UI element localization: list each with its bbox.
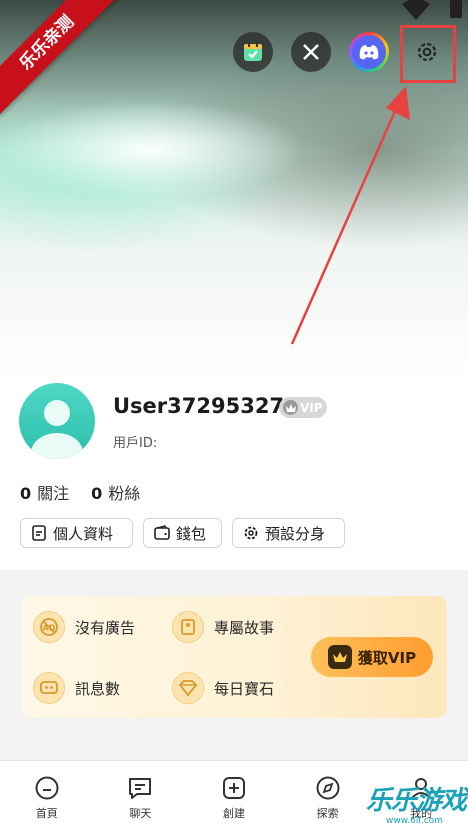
compass-icon	[316, 776, 340, 800]
following-label[interactable]: 關注	[37, 480, 69, 504]
profile-info-button[interactable]: 個人資料	[20, 518, 133, 548]
followers-label[interactable]: 粉絲	[108, 480, 140, 504]
nav-explore-label: 探索	[316, 807, 339, 820]
perk-label: 專屬故事	[214, 618, 275, 637]
perk-label: 沒有廣告	[75, 618, 136, 637]
plus-square-icon	[222, 777, 245, 799]
nav-home-label: 首頁	[35, 807, 58, 820]
crown-icon	[327, 645, 352, 669]
vip-tag-label: VIP	[300, 400, 323, 415]
username: User37295327	[113, 394, 285, 418]
nav-home[interactable]: 首頁	[0, 761, 94, 832]
vip-benefits-card[interactable]: AD 沒有廣告 專屬故事 訊息數 每日寶石 獲取VIP	[21, 596, 447, 718]
perk-exclusive-stories: 專屬故事	[172, 611, 274, 643]
default-avatar-icon	[31, 400, 83, 459]
book-icon	[172, 611, 204, 643]
chat-icon	[129, 778, 152, 799]
perk-label: 每日寶石	[214, 679, 275, 698]
perk-label: 訊息數	[75, 679, 121, 698]
perk-message-count: 訊息數	[33, 672, 120, 704]
follow-stats: 0 關注 0 粉絲	[20, 480, 140, 504]
crown-icon	[283, 400, 298, 415]
get-vip-button[interactable]: 獲取VIP	[311, 637, 433, 677]
wallet-label: 錢包	[176, 524, 207, 543]
preset-persona-label: 預設分身	[265, 524, 326, 543]
user-id-label: 用戶ID:	[113, 436, 158, 451]
document-icon	[32, 525, 46, 541]
get-vip-label: 獲取VIP	[357, 648, 417, 667]
message-icon	[33, 672, 65, 704]
annotation-arrow	[290, 86, 410, 345]
home-icon	[35, 776, 59, 800]
site-watermark: 乐乐游戏 www.6ll.com	[360, 774, 468, 832]
avatar[interactable]	[19, 383, 95, 459]
perk-no-ads: AD 沒有廣告	[33, 611, 135, 643]
wallet-button[interactable]: 錢包	[143, 518, 222, 548]
nav-chat-label: 聊天	[129, 807, 152, 820]
gear-icon	[244, 526, 258, 540]
preset-persona-button[interactable]: 預設分身	[232, 518, 345, 548]
diamond-icon	[172, 672, 204, 704]
following-count[interactable]: 0	[20, 484, 31, 503]
vip-status-tag: VIP	[279, 397, 327, 418]
nav-create[interactable]: 創建	[187, 761, 281, 832]
no-ads-icon: AD	[33, 611, 65, 643]
nav-create-label: 創建	[222, 807, 245, 820]
profile-info-label: 個人資料	[53, 524, 114, 543]
nav-chat[interactable]: 聊天	[94, 761, 188, 832]
followers-count[interactable]: 0	[91, 484, 102, 503]
perk-daily-gems: 每日寶石	[172, 672, 274, 704]
watermark-url: www.6ll.com	[386, 816, 443, 826]
wallet-icon	[154, 525, 170, 540]
watermark-text: 乐乐游戏	[366, 786, 467, 816]
